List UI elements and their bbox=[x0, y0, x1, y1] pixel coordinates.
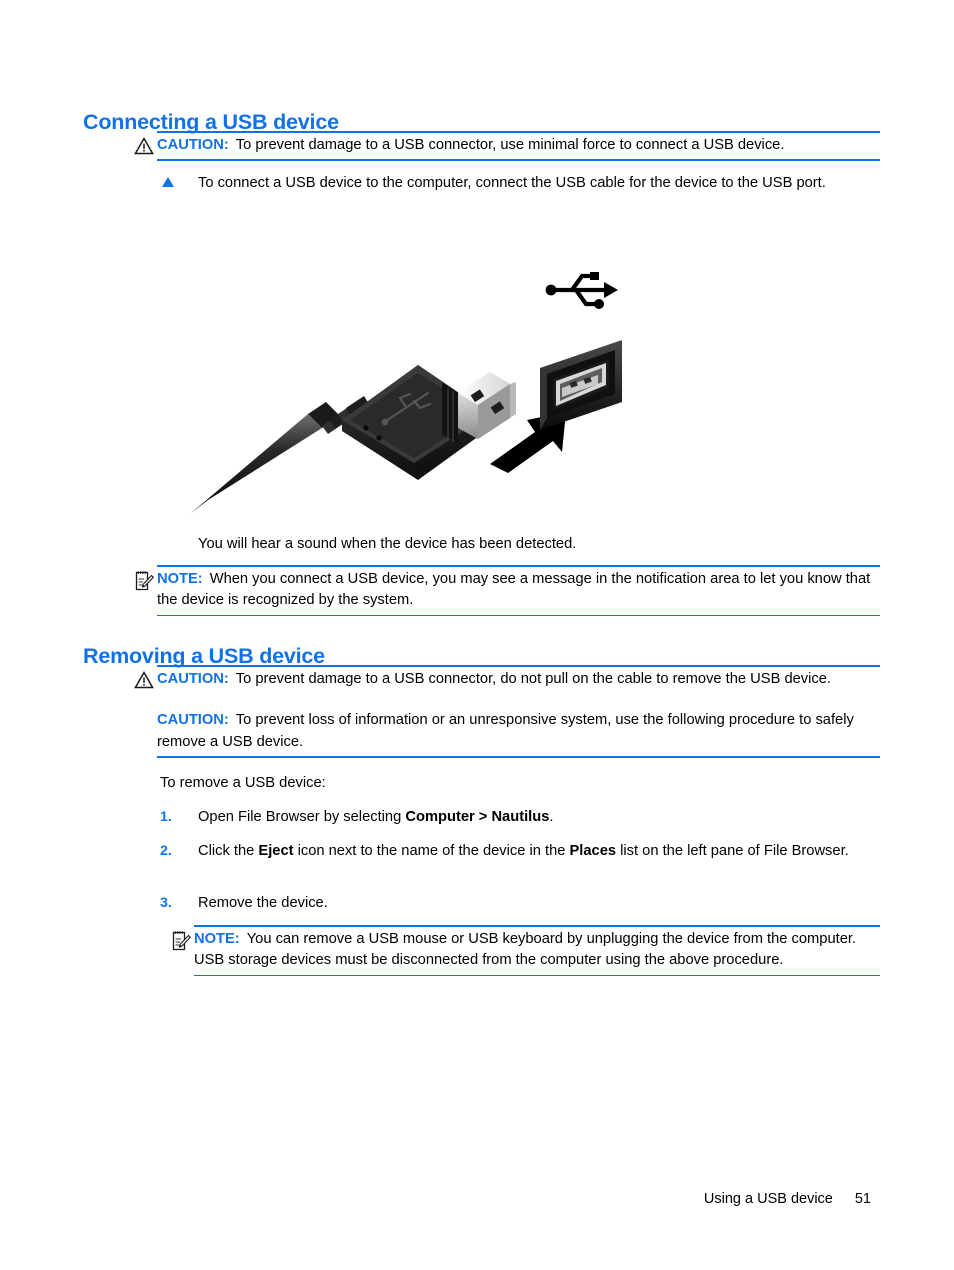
step-text-before: Click the bbox=[198, 843, 259, 859]
triangle-bullet-icon bbox=[162, 177, 174, 187]
caution-paragraph-first: CAUTION: To prevent damage to a USB conne… bbox=[157, 669, 880, 691]
admonition-rule-bottom bbox=[194, 974, 880, 977]
caution-text: To prevent damage to a USB connector, us… bbox=[235, 136, 785, 153]
step-text-after: . bbox=[549, 809, 554, 825]
step-text-before: Remove the device. bbox=[198, 895, 328, 911]
usb-cable-to-port-illustration bbox=[190, 232, 630, 517]
note-body: NOTE: You can remove a USB mouse or USB k… bbox=[171, 927, 880, 975]
remove-intro-text: To remove a USB device: bbox=[160, 775, 326, 791]
admonition-rule-bottom bbox=[157, 756, 880, 758]
caution-body: CAUTION: To prevent damage to a USB conne… bbox=[134, 133, 880, 160]
step-number: 2. bbox=[160, 843, 172, 859]
caution-block-connecting: CAUTION: To prevent damage to a USB conne… bbox=[134, 131, 880, 161]
note-text: When you connect a USB device, you may s… bbox=[157, 570, 871, 609]
step-number: 3. bbox=[160, 895, 172, 911]
note-block-connecting: NOTE: When you connect a USB device, you … bbox=[134, 565, 880, 617]
caution-text: To prevent damage to a USB connector, do… bbox=[235, 670, 831, 687]
list-item-step-3: 3. Remove the device. bbox=[160, 892, 882, 914]
note-pad-pencil-icon bbox=[171, 930, 191, 950]
step-text-before: Open File Browser by selecting bbox=[198, 809, 406, 825]
note-block-removing: NOTE: You can remove a USB mouse or USB k… bbox=[171, 925, 880, 977]
step-number: 1. bbox=[160, 809, 172, 825]
step-text: Click the Eject icon next to the name of… bbox=[198, 840, 882, 862]
note-label: NOTE: bbox=[194, 930, 240, 947]
caution-block-removing: CAUTION: To prevent damage to a USB conne… bbox=[134, 665, 880, 758]
step-bold-term: Computer > Nautilus bbox=[405, 809, 550, 825]
caution-text-second: To prevent loss of information or an unr… bbox=[157, 712, 854, 750]
step-bold-term-places: Places bbox=[569, 843, 617, 859]
step-text-mid: icon next to the name of the device in t… bbox=[293, 843, 570, 859]
caution-label: CAUTION: bbox=[157, 670, 229, 687]
caution-label: CAUTION: bbox=[157, 136, 229, 153]
step-text-after: list on the left pane of File Browser. bbox=[616, 843, 849, 859]
caution-paragraph: CAUTION: To prevent damage to a USB conne… bbox=[157, 135, 880, 157]
footer-page-number: 51 bbox=[854, 1191, 871, 1207]
warning-triangle-icon bbox=[134, 136, 154, 156]
page-footer: Using a USB device 51 bbox=[704, 1191, 871, 1207]
connect-step-text: To connect a USB device to the computer,… bbox=[198, 175, 826, 191]
step-text: Open File Browser by selecting Computer … bbox=[198, 806, 882, 828]
note-body: NOTE: When you connect a USB device, you … bbox=[134, 567, 880, 615]
caution-body: CAUTION: To prevent damage to a USB conne… bbox=[134, 667, 880, 757]
caution-paragraph-second: CAUTION: To prevent loss of information o… bbox=[157, 710, 880, 753]
note-pad-pencil-icon bbox=[134, 570, 154, 590]
admonition-rule-bottom bbox=[157, 159, 880, 161]
note-text: You can remove a USB mouse or USB keyboa… bbox=[194, 930, 857, 969]
after-illustration-text: You will hear a sound when the device ha… bbox=[198, 536, 577, 552]
step-bold-term-eject: Eject bbox=[258, 843, 294, 859]
note-paragraph: NOTE: When you connect a USB device, you … bbox=[157, 569, 880, 612]
document-page: Connecting a USB device CAUTION: To preve… bbox=[0, 0, 954, 1270]
admonition-rule-bottom bbox=[157, 614, 880, 617]
list-item-connect-step: To connect a USB device to the computer,… bbox=[162, 172, 880, 194]
note-paragraph: NOTE: You can remove a USB mouse or USB k… bbox=[194, 929, 880, 972]
footer-chapter-label: Using a USB device bbox=[703, 1191, 833, 1207]
note-label: NOTE: bbox=[157, 570, 203, 587]
step-text: Remove the device. bbox=[198, 892, 882, 914]
list-item-step-1: 1. Open File Browser by selecting Comput… bbox=[160, 806, 882, 828]
warning-triangle-icon bbox=[134, 670, 154, 690]
caution-label-second: CAUTION: bbox=[157, 712, 229, 729]
list-item-step-2: 2. Click the Eject icon next to the name… bbox=[160, 840, 882, 862]
